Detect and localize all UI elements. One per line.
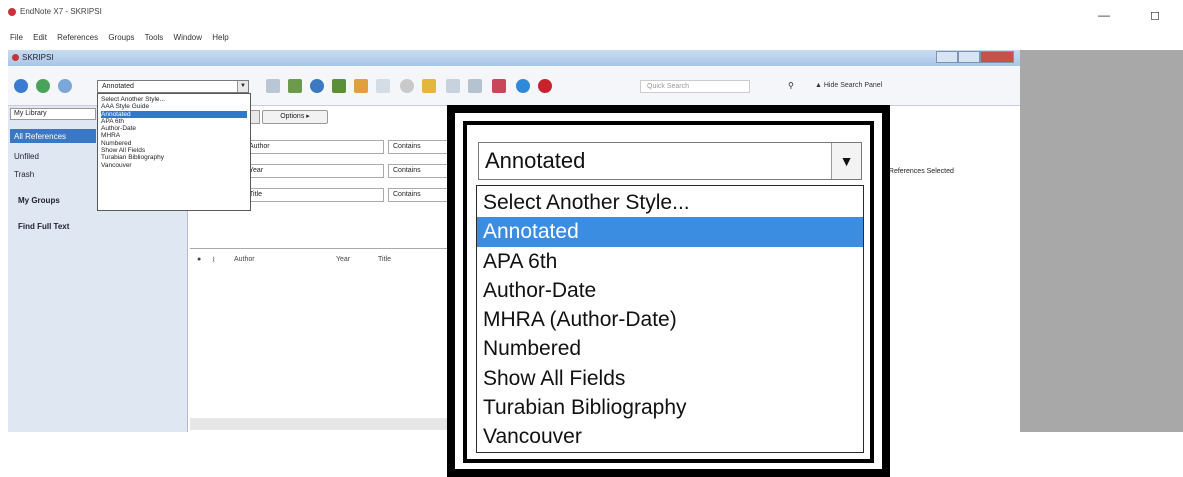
menu-references[interactable]: References <box>57 33 98 42</box>
insert-citation-icon[interactable] <box>266 79 280 93</box>
find-text-icon[interactable] <box>310 79 324 93</box>
style-dropdown-list-small: Select Another Style... AAA Style Guide … <box>97 93 251 211</box>
zoom-style-option[interactable]: Show All Fields <box>477 364 863 393</box>
library-mode-select[interactable]: My Library <box>10 108 96 120</box>
format-bibliography-icon[interactable] <box>288 79 302 93</box>
sidebar-item-unfiled[interactable]: Unfiled <box>14 152 39 161</box>
chevron-down-icon[interactable]: ▼ <box>237 81 248 92</box>
new-reference-icon[interactable] <box>332 79 346 93</box>
menu-bar: File Edit References Groups Tools Window… <box>10 33 1183 47</box>
style-option[interactable]: Author-Date <box>101 125 247 132</box>
search-icon[interactable]: ⚲ <box>788 81 794 90</box>
zoom-style-option[interactable]: Author-Date <box>477 276 863 305</box>
style-option[interactable]: MHRA <box>101 132 247 139</box>
menu-edit[interactable]: Edit <box>33 33 47 42</box>
search-op-select[interactable]: Contains <box>388 140 448 154</box>
hide-search-panel-button[interactable]: ▲ Hide Search Panel <box>815 82 882 89</box>
screenshot-root: EndNote X7 - SKRIPSI — ◻ File Edit Refer… <box>0 0 1183 477</box>
zoom-style-select[interactable]: Annotated ▼ <box>478 142 862 180</box>
chevron-down-icon[interactable]: ▼ <box>831 143 861 179</box>
library-title: SKRIPSI <box>22 53 54 62</box>
open-file-icon[interactable] <box>376 79 390 93</box>
menu-groups[interactable]: Groups <box>108 33 134 42</box>
window-title: EndNote X7 - SKRIPSI <box>20 7 102 16</box>
sidebar-item-my-groups[interactable]: My Groups <box>18 196 60 205</box>
quick-search-input[interactable]: Quick Search <box>640 80 750 93</box>
sync-icon[interactable] <box>400 79 414 93</box>
reference-panel <box>870 106 1020 432</box>
help-icon[interactable] <box>538 79 552 93</box>
style-option[interactable]: AAA Style Guide <box>101 103 247 110</box>
sidebar-item-all-references[interactable]: All References <box>14 132 66 141</box>
menu-tools[interactable]: Tools <box>145 33 164 42</box>
copy-formatted-icon[interactable] <box>446 79 460 93</box>
read-status-column-icon[interactable]: ● <box>197 256 201 263</box>
library-minimize-button[interactable] <box>936 51 958 63</box>
column-header-year[interactable]: Year <box>336 256 350 263</box>
zoom-style-option[interactable]: Select Another Style... <box>477 188 863 217</box>
sidebar-item-find-full-text[interactable]: Find Full Text <box>18 222 69 231</box>
local-library-icon[interactable] <box>14 79 28 93</box>
zoom-style-option[interactable]: MHRA (Author-Date) <box>477 305 863 334</box>
style-select[interactable]: Annotated ▼ <box>97 80 249 93</box>
menu-window[interactable]: Window <box>174 33 202 42</box>
attachment-column-icon[interactable]: ⌇ <box>212 256 215 264</box>
menu-help[interactable]: Help <box>212 33 228 42</box>
column-header-title[interactable]: Title <box>378 256 391 263</box>
library-icon <box>12 54 19 61</box>
online-search-icon[interactable] <box>36 79 50 93</box>
style-option[interactable]: Select Another Style... <box>101 96 247 103</box>
style-option-selected[interactable]: Annotated <box>101 110 247 118</box>
reference-list-scrollbar[interactable] <box>190 418 460 430</box>
layout-icon[interactable] <box>468 79 482 93</box>
menu-file[interactable]: File <box>10 33 23 42</box>
library-maximize-button[interactable] <box>958 51 980 63</box>
zoom-style-dropdown-list: Select Another Style... Annotated APA 6t… <box>476 185 864 453</box>
hide-search-panel-label: Hide Search Panel <box>823 82 883 89</box>
window-titlebar <box>0 0 1183 30</box>
style-option[interactable]: Show All Fields <box>101 147 247 154</box>
restore-icon[interactable]: ◻ <box>1150 8 1160 22</box>
sidebar-item-trash[interactable]: Trash <box>14 170 34 179</box>
zoom-style-option[interactable]: APA 6th <box>477 247 863 276</box>
zoom-style-option[interactable]: Vancouver <box>477 422 863 451</box>
minimize-icon[interactable]: — <box>1098 8 1110 22</box>
search-op-select[interactable]: Contains <box>388 188 448 202</box>
column-header-author[interactable]: Author <box>234 256 255 263</box>
search-op-select[interactable]: Contains <box>388 164 448 178</box>
workspace-background <box>1020 50 1183 432</box>
share-icon[interactable] <box>492 79 506 93</box>
open-link-icon[interactable] <box>354 79 368 93</box>
online-help-icon[interactable] <box>516 79 530 93</box>
zoom-style-option[interactable]: Turabian Bibliography <box>477 393 863 422</box>
library-close-button[interactable] <box>980 51 1014 63</box>
library-titlebar <box>8 50 1020 66</box>
zoom-style-select-value: Annotated <box>485 148 586 173</box>
search-field-select[interactable]: Year <box>244 164 384 178</box>
style-option[interactable]: Vancouver <box>101 162 247 169</box>
search-field-select[interactable]: Author <box>244 140 384 154</box>
zoom-style-option[interactable]: Numbered <box>477 334 863 363</box>
zoom-style-option-selected[interactable]: Annotated <box>477 217 863 247</box>
style-option[interactable]: Numbered <box>101 140 247 147</box>
integrated-library-icon[interactable] <box>58 79 72 93</box>
folder-icon[interactable] <box>422 79 436 93</box>
search-field-select[interactable]: Title <box>244 188 384 202</box>
options-button[interactable]: Options ▸ <box>262 110 328 124</box>
endnote-app-icon <box>8 8 16 16</box>
style-select-value: Annotated <box>102 83 134 90</box>
style-option[interactable]: Turabian Bibliography <box>101 154 247 161</box>
style-option[interactable]: APA 6th <box>101 118 247 125</box>
